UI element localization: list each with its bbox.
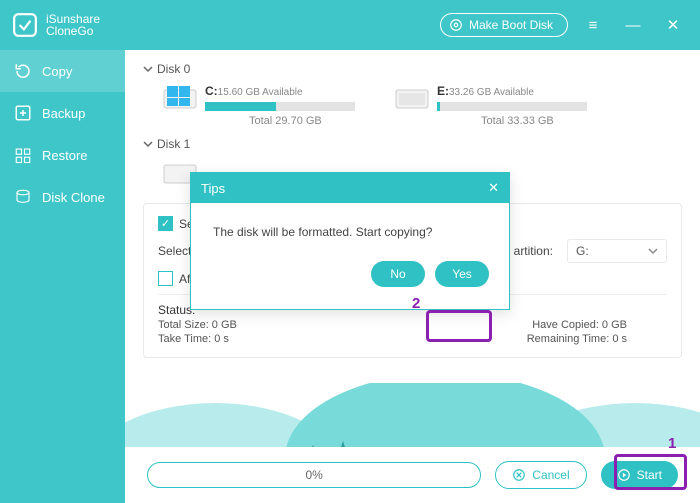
dialog-yes-label: Yes: [452, 267, 472, 281]
windows-drive-icon: [163, 84, 197, 110]
dialog-message: The disk will be formatted. Start copyin…: [191, 203, 509, 247]
app-name-2: CloneGo: [46, 25, 100, 37]
vol-e-total: Total 33.33 GB: [481, 115, 587, 127]
status-have-copied: Have Copied: 0 GB: [532, 319, 627, 331]
close-button[interactable]: ✕: [658, 16, 688, 34]
dialog-yes-button[interactable]: Yes: [435, 261, 489, 287]
volume-e[interactable]: E:33.26 GB Available Total 33.33 GB: [395, 84, 587, 127]
app-logo: iSunshare CloneGo: [0, 12, 125, 38]
sidebar-item-copy[interactable]: Copy: [0, 50, 125, 92]
titlebar: iSunshare CloneGo Make Boot Disk ≡ — ✕: [0, 0, 700, 50]
status-remaining: Remaining Time: 0 s: [527, 333, 627, 345]
sidebar-item-label: Disk Clone: [42, 190, 105, 205]
app-logo-icon: [12, 12, 38, 38]
disk-0-label: Disk 0: [157, 62, 190, 76]
sidebar: Copy Backup Restore Disk Clone: [0, 50, 125, 503]
disk-1-label: Disk 1: [157, 137, 190, 151]
partition-dropdown[interactable]: G:: [567, 239, 667, 263]
annotation-number-2: 2: [412, 295, 420, 312]
disk-0-header[interactable]: Disk 0: [143, 62, 682, 76]
vol-c-letter: C:: [205, 84, 218, 98]
sidebar-item-label: Copy: [42, 64, 72, 79]
dialog-close-button[interactable]: ✕: [488, 180, 499, 196]
start-button[interactable]: Start: [601, 461, 678, 489]
sidebar-item-restore[interactable]: Restore: [0, 134, 125, 176]
disk-1-header[interactable]: Disk 1: [143, 137, 682, 151]
dialog-no-button[interactable]: No: [371, 261, 425, 287]
minimize-button[interactable]: —: [618, 17, 648, 34]
status-take-time: Take Time: 0 s: [158, 333, 229, 345]
make-boot-disk-label: Make Boot Disk: [469, 18, 553, 32]
vol-c-avail: 15.60 GB Available: [218, 87, 303, 98]
set-checkbox[interactable]: ✓: [158, 216, 173, 231]
sidebar-item-disk-clone[interactable]: Disk Clone: [0, 176, 125, 218]
drive-icon: [395, 84, 429, 110]
vol-c-total: Total 29.70 GB: [249, 115, 355, 127]
dialog-footer: No Yes: [191, 247, 509, 309]
annotation-number-1: 1: [668, 435, 676, 452]
backup-icon: [14, 104, 32, 122]
cancel-label: Cancel: [532, 468, 569, 482]
vol-c-bar: [205, 102, 355, 111]
cancel-button[interactable]: Cancel: [495, 461, 586, 489]
footer: 0% Cancel Start: [125, 447, 700, 503]
progress-bar: 0%: [147, 462, 481, 488]
tips-dialog: Tips ✕ The disk will be formatted. Start…: [190, 172, 510, 310]
cancel-icon: [512, 468, 526, 482]
dialog-header: Tips ✕: [191, 173, 509, 203]
dialog-no-label: No: [390, 267, 405, 281]
sidebar-item-label: Restore: [42, 148, 88, 163]
chevron-down-icon: [143, 64, 153, 74]
menu-button[interactable]: ≡: [578, 17, 608, 34]
after-checkbox[interactable]: [158, 271, 173, 286]
vol-e-letter: E:: [437, 84, 449, 98]
start-label: Start: [637, 468, 662, 482]
dialog-title: Tips: [201, 181, 225, 196]
partition-suffix: artition:: [514, 244, 553, 258]
chevron-down-icon: [143, 139, 153, 149]
vol-e-avail: 33.26 GB Available: [449, 87, 534, 98]
disc-icon: [449, 18, 463, 32]
copy-icon: [14, 62, 32, 80]
progress-value: 0%: [305, 468, 322, 482]
status-total-size: Total Size: 0 GB: [158, 319, 237, 331]
restore-icon: [14, 146, 32, 164]
play-icon: [617, 468, 631, 482]
vol-e-bar: [437, 102, 587, 111]
partition-dropdown-value: G:: [576, 244, 589, 258]
disk-clone-icon: [14, 188, 32, 206]
make-boot-disk-button[interactable]: Make Boot Disk: [440, 13, 568, 37]
chevron-down-icon: [648, 246, 658, 256]
sidebar-item-label: Backup: [42, 106, 85, 121]
volume-c[interactable]: C:15.60 GB Available Total 29.70 GB: [163, 84, 355, 127]
sidebar-item-backup[interactable]: Backup: [0, 92, 125, 134]
